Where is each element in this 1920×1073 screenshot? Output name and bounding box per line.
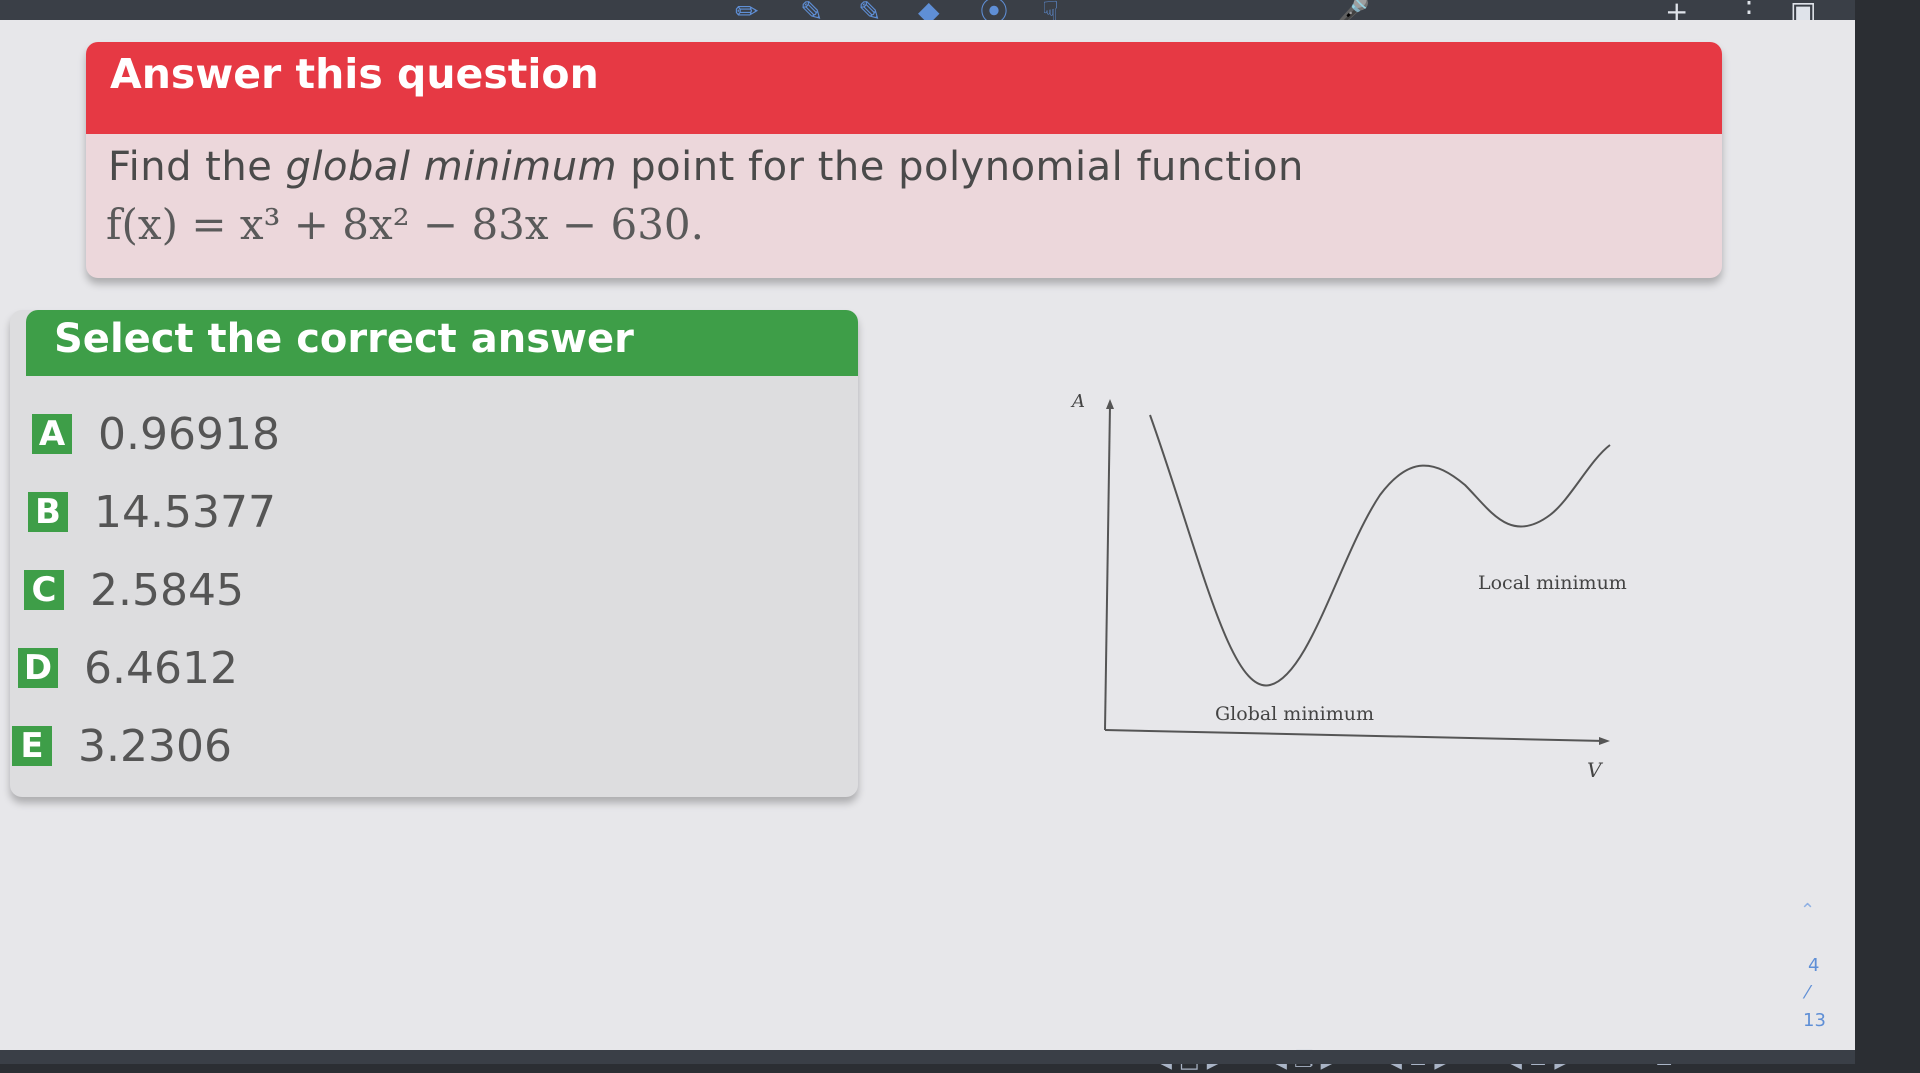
question-block: Answer this question Find the global min… <box>86 42 1722 278</box>
y-axis-arrow <box>1106 399 1114 409</box>
option-a[interactable]: A 0.96918 <box>32 406 280 462</box>
right-bezel <box>1855 0 1920 1064</box>
page-total: 13 <box>1803 1010 1826 1031</box>
option-letter: E <box>12 726 52 766</box>
x-axis-label: V <box>1587 758 1604 782</box>
answer-title: Select the correct answer <box>54 316 634 362</box>
question-title: Answer this question <box>110 50 599 98</box>
x-axis-arrow <box>1599 737 1610 745</box>
option-value: 3.2306 <box>78 720 232 772</box>
question-header: Answer this question <box>86 42 1722 134</box>
option-letter: C <box>24 570 64 610</box>
page-separator: ⁄ <box>1806 982 1810 1003</box>
option-c[interactable]: C 2.5845 <box>24 562 244 618</box>
curve <box>1149 414 1611 687</box>
local-minimum-label: Local minimum <box>1478 572 1627 594</box>
option-letter: A <box>32 414 72 454</box>
question-emphasis: global minimum <box>285 144 618 190</box>
option-e[interactable]: E 3.2306 <box>12 718 232 774</box>
question-text: Find the global minimum point for the po… <box>108 144 1304 190</box>
option-value: 14.5377 <box>94 486 276 538</box>
question-formula: f(x) = x³ + 8x² − 83x − 630. <box>106 200 704 249</box>
option-letter: B <box>28 492 68 532</box>
option-letter: D <box>18 648 58 688</box>
bottom-bezel <box>0 1050 1855 1064</box>
minimum-diagram: A V Local minimum Global minimum <box>1070 391 1627 782</box>
y-axis-label: A <box>1070 391 1085 412</box>
option-b[interactable]: B 14.5377 <box>28 484 276 540</box>
global-minimum-label: Global minimum <box>1215 703 1374 725</box>
answer-block: Select the correct answer A 0.96918 B 14… <box>10 310 858 797</box>
chevron-up-icon[interactable]: ⌃ <box>1800 900 1815 921</box>
option-value: 0.96918 <box>98 408 280 460</box>
option-value: 2.5845 <box>90 564 244 616</box>
answer-header: Select the correct answer <box>26 310 858 376</box>
option-d[interactable]: D 6.4612 <box>18 640 238 696</box>
option-value: 6.4612 <box>84 642 238 694</box>
page-current: 4 <box>1808 955 1820 976</box>
y-axis <box>1104 404 1111 731</box>
slide-canvas: Answer this question Find the global min… <box>0 20 1855 1073</box>
x-axis <box>1104 729 1606 742</box>
